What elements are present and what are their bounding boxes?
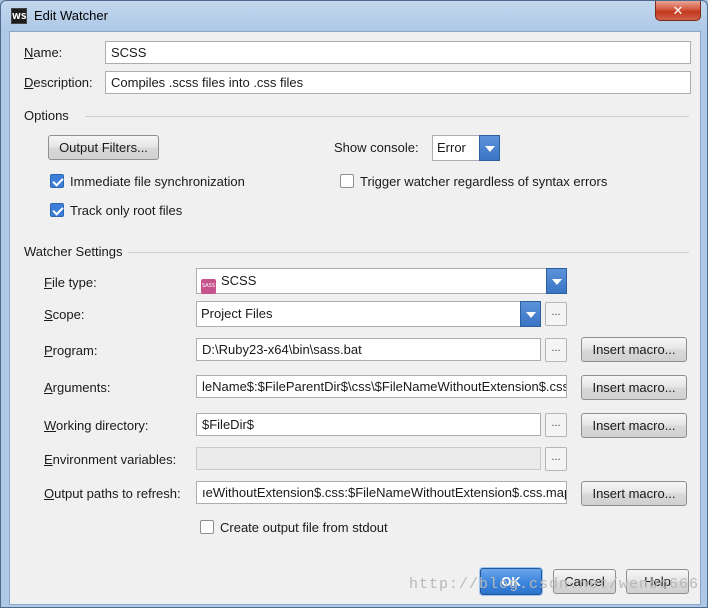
watermark: http://blog.csdn.net/wenbo666 bbox=[409, 576, 700, 593]
environment-variables-browse-button[interactable]: ... bbox=[545, 447, 567, 471]
window-title: Edit Watcher bbox=[34, 8, 108, 23]
working-directory-insert-macro-button[interactable]: Insert macro... bbox=[581, 413, 687, 438]
scope-label: Scope: bbox=[44, 307, 85, 322]
environment-variables-label: Environment variables: bbox=[44, 452, 177, 467]
track-root-checkbox[interactable] bbox=[50, 203, 64, 217]
working-directory-browse-button[interactable]: ... bbox=[545, 413, 567, 437]
title-bar: WS Edit Watcher ✕ bbox=[1, 1, 707, 31]
track-root-label[interactable]: Track only root files bbox=[70, 203, 182, 218]
scope-browse-button[interactable]: ... bbox=[545, 302, 567, 326]
sass-icon: SASS bbox=[201, 279, 216, 294]
file-type-value: SCSS bbox=[221, 273, 257, 288]
name-field[interactable]: SCSS bbox=[105, 41, 691, 64]
chevron-down-icon[interactable] bbox=[546, 268, 567, 294]
working-directory-field[interactable]: $FileDir$ bbox=[196, 413, 541, 436]
program-field[interactable]: D:\Ruby23-x64\bin\sass.bat bbox=[196, 338, 541, 361]
program-insert-macro-button[interactable]: Insert macro... bbox=[581, 337, 687, 362]
immediate-sync-checkbox[interactable] bbox=[50, 174, 64, 188]
show-console-label: Show console: bbox=[334, 140, 419, 155]
program-label: Program: bbox=[44, 343, 98, 358]
program-browse-button[interactable]: ... bbox=[545, 338, 567, 362]
watcher-settings-divider bbox=[128, 252, 689, 253]
file-type-select[interactable]: SASS SCSS bbox=[196, 268, 567, 294]
chevron-down-icon[interactable] bbox=[479, 135, 500, 161]
options-header: Options bbox=[24, 108, 69, 123]
chevron-down-icon[interactable] bbox=[520, 301, 541, 327]
trigger-watcher-label[interactable]: Trigger watcher regardless of syntax err… bbox=[360, 174, 607, 189]
trigger-watcher-checkbox[interactable] bbox=[340, 174, 354, 188]
edit-watcher-dialog: WS Edit Watcher ✕ Name: SCSS Description… bbox=[0, 0, 708, 608]
arguments-label: Arguments: bbox=[44, 380, 111, 395]
watcher-settings-header: Watcher Settings bbox=[24, 244, 123, 259]
scope-select[interactable]: Project Files bbox=[196, 301, 541, 327]
arguments-insert-macro-button[interactable]: Insert macro... bbox=[581, 375, 687, 400]
arguments-field[interactable]: leName$:$FileParentDir$\css\$FileNameWit… bbox=[196, 375, 567, 398]
show-console-select[interactable]: Error bbox=[432, 135, 500, 161]
close-icon[interactable]: ✕ bbox=[655, 1, 701, 21]
output-filters-button[interactable]: Output Filters... bbox=[48, 135, 159, 160]
scope-value: Project Files bbox=[201, 306, 273, 321]
create-output-checkbox[interactable] bbox=[200, 520, 214, 534]
options-divider bbox=[85, 116, 689, 117]
file-type-label: File type: bbox=[44, 275, 97, 290]
output-paths-label: Output paths to refresh: bbox=[44, 486, 181, 501]
output-paths-field[interactable]: ıeWithoutExtension$.css:$FileNameWithout… bbox=[196, 481, 567, 504]
name-label: Name: bbox=[24, 45, 63, 60]
description-field[interactable]: Compiles .scss files into .css files bbox=[105, 71, 691, 94]
dialog-body: Name: SCSS Description: Compiles .scss f… bbox=[9, 31, 701, 605]
description-label: Description: bbox=[24, 75, 93, 90]
webstorm-app-icon: WS bbox=[11, 8, 27, 24]
output-paths-insert-macro-button[interactable]: Insert macro... bbox=[581, 481, 687, 506]
show-console-value: Error bbox=[437, 140, 466, 155]
environment-variables-field[interactable] bbox=[196, 447, 541, 470]
create-output-label[interactable]: Create output file from stdout bbox=[220, 520, 388, 535]
working-directory-label: Working directory: bbox=[44, 418, 149, 433]
immediate-sync-label[interactable]: Immediate file synchronization bbox=[70, 174, 245, 189]
